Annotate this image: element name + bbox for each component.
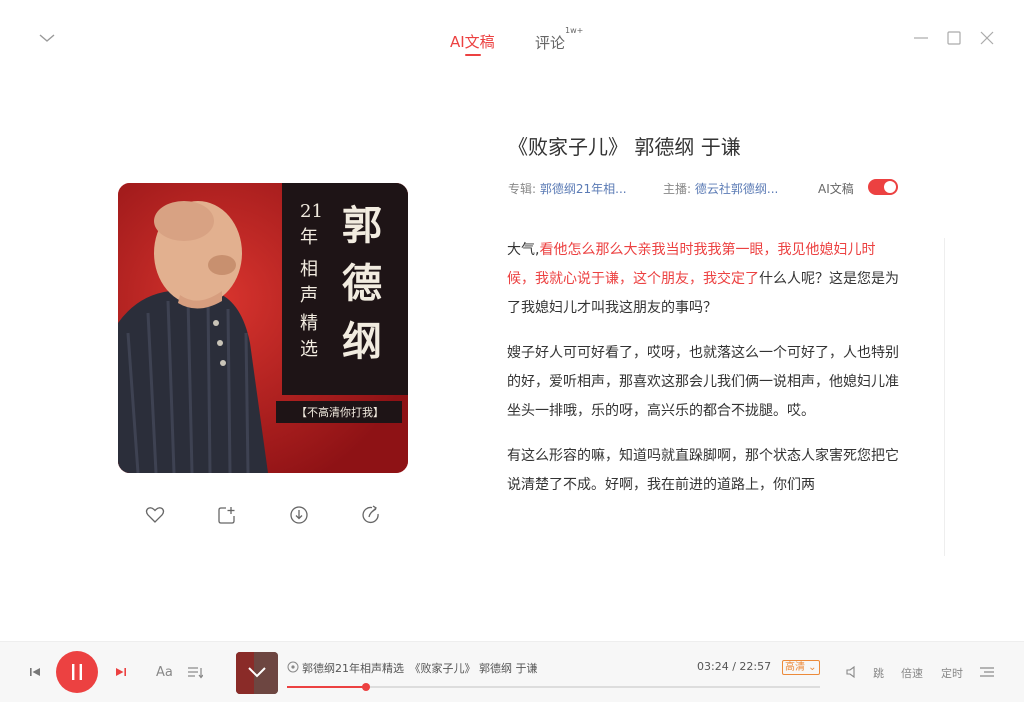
- ai-transcript-label: AI文稿: [818, 182, 854, 196]
- episode-title: 《败家子儿》 郭德纲 于谦: [508, 135, 741, 159]
- host-label: 主播:: [663, 182, 692, 196]
- maximize-icon[interactable]: [946, 30, 962, 46]
- minimize-icon[interactable]: [913, 30, 929, 46]
- album-label: 专辑:: [508, 182, 537, 196]
- close-icon[interactable]: [979, 30, 995, 46]
- album-link[interactable]: 郭德纲21年相...: [540, 182, 627, 196]
- now-playing-thumbnail[interactable]: [236, 652, 278, 694]
- cover-subtitle-3: 精选: [300, 313, 318, 360]
- cover-subtitle-2: 相声: [300, 259, 318, 306]
- like-icon[interactable]: [145, 505, 165, 525]
- sound-wave-icon: [287, 661, 299, 673]
- transcript-sentence[interactable]: 嫂子好人可可好看了，哎呀，也就落这么一个可好了，人也特别的好，爱听相声，那喜欢这…: [507, 345, 899, 419]
- transcript-panel[interactable]: 大气,看他怎么那么大亲我当时我我第一眼，我见他媳妇儿时候，我就心说于谦，这个朋友…: [507, 236, 899, 556]
- quality-label: 高清: [785, 662, 805, 673]
- font-size-button[interactable]: Aa: [156, 665, 173, 680]
- share-icon[interactable]: [361, 505, 381, 525]
- total-time: 22:57: [739, 660, 772, 673]
- next-icon[interactable]: [114, 665, 128, 679]
- transcript-paragraph: 有这么形容的嘛，知道吗就直跺脚啊，那个状态人家害死您把它说清楚了不成。好啊，我在…: [507, 442, 899, 500]
- host-meta: 主播: 德云社郭德纲...: [663, 180, 778, 197]
- tab-ai-transcript[interactable]: AI文稿: [450, 31, 495, 52]
- comment-count-badge: 1w+: [565, 26, 584, 35]
- chevron-down-icon: ⌄: [805, 662, 817, 673]
- tab-active-indicator: [465, 54, 481, 56]
- add-to-playlist-icon[interactable]: [217, 505, 237, 525]
- playlist-icon[interactable]: [187, 665, 203, 679]
- quality-selector[interactable]: 高清 ⌄: [782, 660, 820, 675]
- volume-icon[interactable]: [845, 665, 859, 679]
- skip-button[interactable]: 跳: [873, 665, 884, 681]
- collapse-icon[interactable]: [38, 32, 56, 44]
- progress-fill: [287, 686, 366, 688]
- cover-title-text: 郭德纲: [342, 202, 382, 365]
- transcript-paragraph: 大气,看他怎么那么大亲我当时我我第一眼，我见他媳妇儿时候，我就心说于谦，这个朋友…: [507, 236, 899, 323]
- progress-handle[interactable]: [361, 683, 370, 691]
- ai-transcript-toggle[interactable]: [868, 179, 898, 195]
- download-icon[interactable]: [289, 505, 309, 525]
- transcript-sentence[interactable]: 大气,: [507, 242, 539, 258]
- previous-icon[interactable]: [28, 665, 42, 679]
- transcript-sentence[interactable]: 有这么形容的嘛，知道吗就直跺脚啊，那个状态人家害死您把它说清楚了不成。好啊，我在…: [507, 448, 899, 493]
- host-link[interactable]: 德云社郭德纲...: [695, 182, 778, 196]
- tab-comments[interactable]: 评论: [535, 32, 565, 53]
- timer-button[interactable]: 定时: [941, 665, 963, 681]
- playback-time: 03:24 / 22:57: [697, 660, 771, 673]
- progress-bar[interactable]: [287, 683, 820, 691]
- cover-subtitle-1: 21年: [300, 201, 323, 248]
- current-time: 03:24: [697, 660, 729, 673]
- album-meta: 专辑: 郭德纲21年相...: [508, 180, 627, 197]
- speed-button[interactable]: 倍速: [901, 665, 923, 681]
- pause-button[interactable]: [56, 651, 98, 693]
- queue-icon[interactable]: [979, 665, 995, 679]
- cover-banner-text: 【不高清你打我】: [296, 406, 384, 419]
- transcript-scrollbar[interactable]: [944, 238, 945, 556]
- now-playing-text[interactable]: 郭德纲21年相声精选 《败家子儿》 郭德纲 于谦: [302, 660, 538, 676]
- transcript-paragraph: 嫂子好人可可好看了，哎呀，也就落这么一个可好了，人也特别的好，爱听相声，那喜欢这…: [507, 339, 899, 426]
- time-separator: /: [728, 660, 740, 673]
- album-cover: 郭德纲 21年 相声 精选 【不高清你打我】: [118, 183, 408, 473]
